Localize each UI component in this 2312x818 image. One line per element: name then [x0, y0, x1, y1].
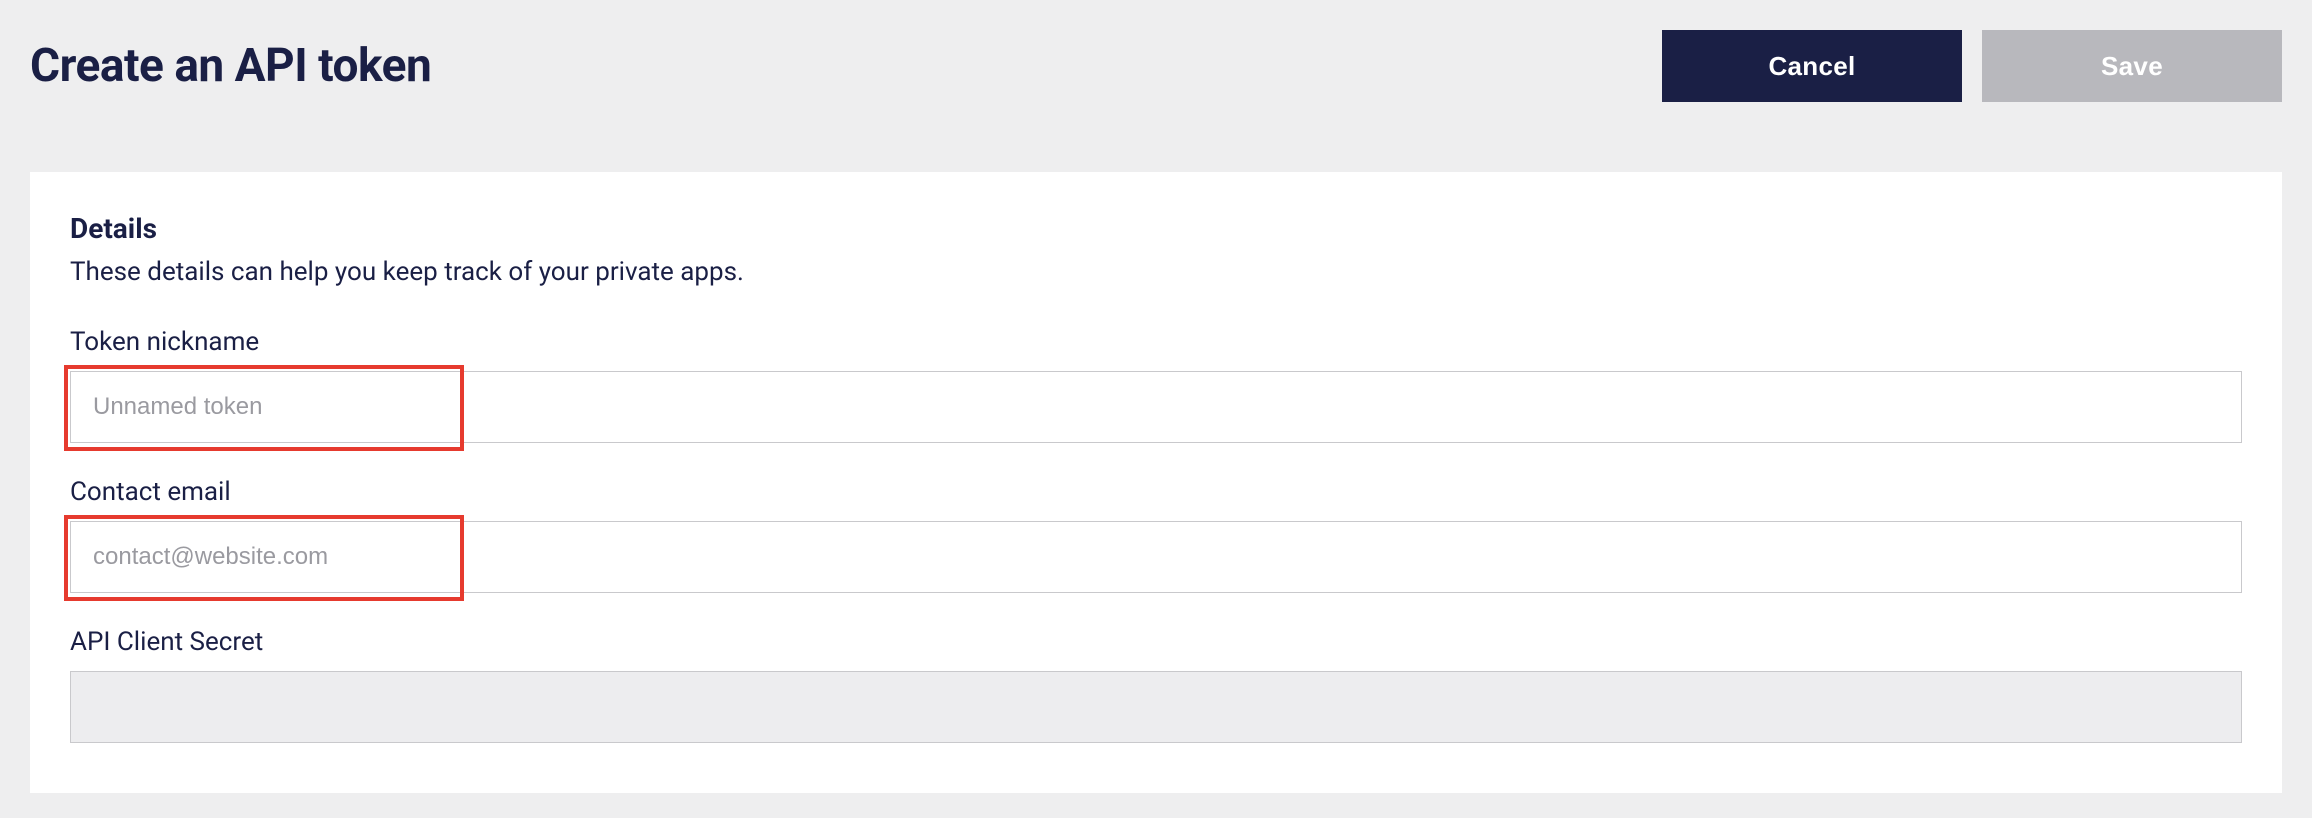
page-title: Create an API token: [30, 39, 431, 93]
details-heading: Details: [70, 212, 2242, 245]
contact-email-wrap: [70, 521, 2242, 593]
token-nickname-input[interactable]: [70, 371, 2242, 443]
save-button[interactable]: Save: [1982, 30, 2282, 102]
cancel-button[interactable]: Cancel: [1662, 30, 1962, 102]
contact-email-label: Contact email: [70, 477, 2242, 507]
token-nickname-label: Token nickname: [70, 327, 2242, 357]
header-actions: Cancel Save: [1662, 30, 2282, 102]
contact-email-input[interactable]: [70, 521, 2242, 593]
token-nickname-wrap: [70, 371, 2242, 443]
details-description: These details can help you keep track of…: [70, 257, 2242, 287]
page-header: Create an API token Cancel Save: [30, 30, 2282, 102]
details-card: Details These details can help you keep …: [30, 172, 2282, 793]
api-client-secret-label: API Client Secret: [70, 627, 2242, 657]
api-client-secret-display: [70, 671, 2242, 743]
